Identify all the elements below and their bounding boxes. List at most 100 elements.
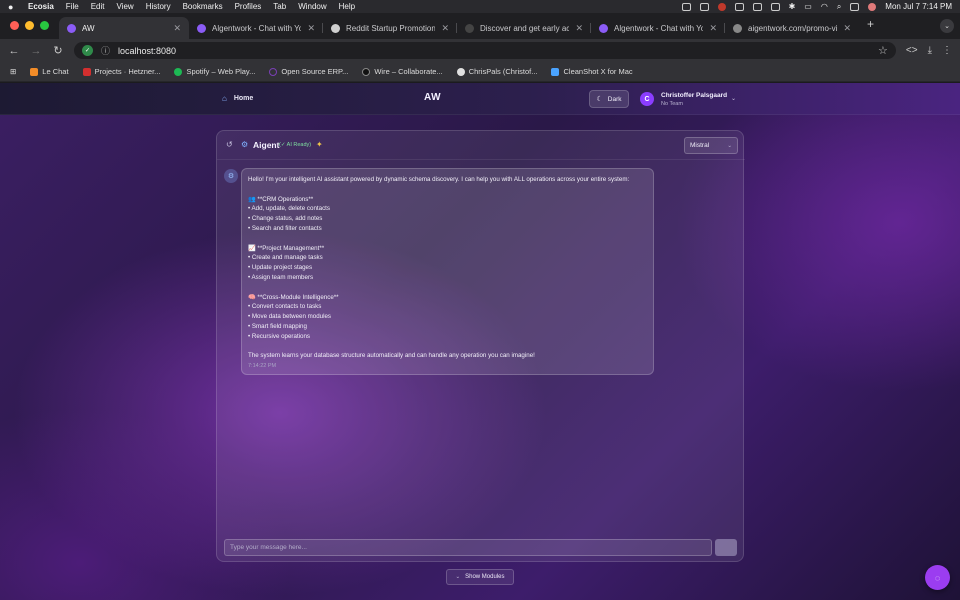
history-icon[interactable]: ↺: [226, 140, 233, 149]
tab-reddit[interactable]: Reddit Startup Promotion Tip ✕: [323, 17, 457, 39]
user-name: Christoffer Palsgaard: [661, 92, 728, 99]
status-app-icon[interactable]: [734, 2, 744, 11]
bookmark-favicon-icon: [269, 67, 278, 76]
menu-window[interactable]: Window: [298, 2, 326, 11]
chat-header: ↺ ⚙ Aigent (✓ AI Ready) ✦ Mistral ⌄: [217, 131, 745, 160]
menu-view[interactable]: View: [116, 2, 133, 11]
chevron-down-icon[interactable]: ⌄: [731, 95, 736, 102]
back-icon[interactable]: ←: [8, 45, 20, 57]
window-controls: [0, 21, 59, 39]
zoom-window-button[interactable]: [40, 21, 49, 30]
menu-edit[interactable]: Edit: [91, 2, 105, 11]
bookmark-cleanshot[interactable]: CleanShot X for Mac: [551, 67, 633, 76]
menu-bookmarks[interactable]: Bookmarks: [183, 2, 223, 11]
tab-favicon-icon: [599, 23, 608, 33]
bookmark-label: Wire – Collaborate...: [374, 67, 443, 76]
browser-toolbar: ← → ↻ ✓ ⓘ localhost:8080 ☆ <> ⤓ ⋮: [0, 39, 960, 62]
close-icon[interactable]: ✕: [843, 23, 851, 34]
home-label: Home: [233, 95, 254, 102]
url-text[interactable]: localhost:8080: [118, 46, 176, 56]
chat-bubble-icon[interactable]: ◌: [925, 565, 950, 590]
tab-aigentwork-chat[interactable]: Algentwork - Chat with Your I ✕: [189, 17, 323, 39]
bookmark-wire[interactable]: Wire – Collaborate...: [362, 67, 443, 76]
message-input[interactable]: [224, 539, 712, 556]
bookmark-le-chat[interactable]: Le Chat: [30, 67, 69, 76]
address-bar[interactable]: ✓ ⓘ localhost:8080 ☆: [74, 42, 896, 59]
message-line: 📈 **Project Management**: [248, 244, 325, 252]
home-icon: ⌂: [222, 94, 227, 103]
message-line: The system learns your database structur…: [248, 352, 535, 360]
menu-history[interactable]: History: [146, 2, 171, 11]
new-tab-icon[interactable]: +: [859, 17, 882, 36]
tab-aw[interactable]: AW ✕: [59, 17, 189, 39]
model-select[interactable]: Mistral ⌄: [684, 137, 738, 154]
close-window-button[interactable]: [10, 21, 19, 30]
bookmark-chrispals[interactable]: ChrisPals (Christof...: [456, 67, 537, 76]
menu-tab[interactable]: Tab: [273, 2, 286, 11]
home-link[interactable]: ⌂ Home: [222, 94, 253, 103]
bookmark-label: Projects · Hetzner...: [94, 67, 161, 76]
tab-title: Algentwork - Chat with Your I: [614, 23, 704, 33]
tab-favicon-icon: [733, 23, 742, 33]
chevron-down-icon: ⌄: [727, 142, 732, 149]
bookmark-hetzner[interactable]: Projects · Hetzner...: [82, 67, 161, 76]
tab-favicon-icon: [465, 23, 474, 33]
theme-toggle-button[interactable]: ☾ Dark: [589, 90, 629, 108]
bookmark-star-icon[interactable]: ☆: [878, 44, 888, 57]
close-icon[interactable]: ✕: [709, 23, 717, 34]
forward-icon[interactable]: →: [30, 45, 42, 57]
user-team: No Team: [661, 101, 683, 107]
message-line: • Smart field mapping: [248, 322, 307, 330]
menu-profiles[interactable]: Profiles: [235, 2, 262, 11]
user-icon[interactable]: [868, 2, 877, 11]
close-icon[interactable]: ✕: [307, 23, 315, 34]
wifi-icon[interactable]: ◠: [821, 2, 828, 11]
tab-search-icon[interactable]: ⌄: [940, 19, 954, 33]
assistant-avatar: ⚙: [224, 169, 238, 183]
devtools-icon[interactable]: <>: [906, 45, 918, 56]
minimize-window-button[interactable]: [25, 21, 34, 30]
menu-help[interactable]: Help: [339, 2, 355, 11]
shield-icon[interactable]: ✓: [82, 45, 93, 56]
avatar[interactable]: C: [640, 92, 654, 106]
apple-icon[interactable]: ●: [8, 2, 18, 12]
message-line: • Move data between modules: [248, 313, 331, 321]
status-app-icon[interactable]: [770, 2, 780, 11]
close-icon[interactable]: ✕: [441, 23, 449, 34]
send-button[interactable]: [715, 539, 737, 556]
battery-icon[interactable]: ▭: [804, 2, 812, 11]
reload-icon[interactable]: ↻: [52, 44, 64, 57]
status-app-icon[interactable]: [717, 2, 726, 11]
bookmark-label: CleanShot X for Mac: [563, 67, 633, 76]
status-app-icon[interactable]: [752, 2, 762, 11]
close-icon[interactable]: ✕: [575, 23, 583, 34]
apps-grid-icon[interactable]: ⊞: [10, 67, 16, 76]
status-icons: ✱ ▭ ◠ ⌕ Mon Jul 7 7:14 PM: [681, 2, 952, 12]
tab-discover[interactable]: Discover and get early access ✕: [457, 17, 591, 39]
menubar-clock[interactable]: Mon Jul 7 7:14 PM: [885, 2, 952, 11]
more-menu-icon[interactable]: ⋮: [942, 45, 952, 56]
agent-title: Aigent: [253, 140, 280, 150]
app-viewport: ⌂ Home AW ☾ Dark C Christoffer Palsgaard…: [0, 83, 960, 600]
control-center-icon[interactable]: [850, 2, 860, 11]
bookmark-spotify[interactable]: Spotify – Web Play...: [174, 67, 255, 76]
menu-file[interactable]: File: [66, 2, 79, 11]
search-icon[interactable]: ⌕: [837, 2, 841, 12]
tab-favicon-icon: [331, 23, 340, 33]
tab-favicon-icon: [197, 23, 206, 33]
menu-app-name[interactable]: Ecosia: [28, 2, 54, 11]
bluetooth-icon[interactable]: ✱: [789, 2, 796, 11]
show-modules-button[interactable]: ⌄ Show Modules: [446, 569, 514, 585]
download-icon[interactable]: ⤓: [928, 45, 932, 56]
status-app-icon[interactable]: [699, 2, 709, 11]
tab-aigentwork-chat-2[interactable]: Algentwork - Chat with Your I ✕: [591, 17, 725, 39]
status-app-icon[interactable]: [681, 2, 691, 11]
bookmark-favicon-icon: [551, 67, 560, 76]
site-info-icon[interactable]: ⓘ: [101, 44, 110, 57]
bookmark-erp[interactable]: Open Source ERP...: [269, 67, 348, 76]
user-menu[interactable]: Christoffer Palsgaard No Team: [661, 92, 727, 107]
tab-promo-video[interactable]: aigentwork.com/promo-video ✕: [725, 17, 859, 39]
close-icon[interactable]: ✕: [173, 23, 181, 34]
